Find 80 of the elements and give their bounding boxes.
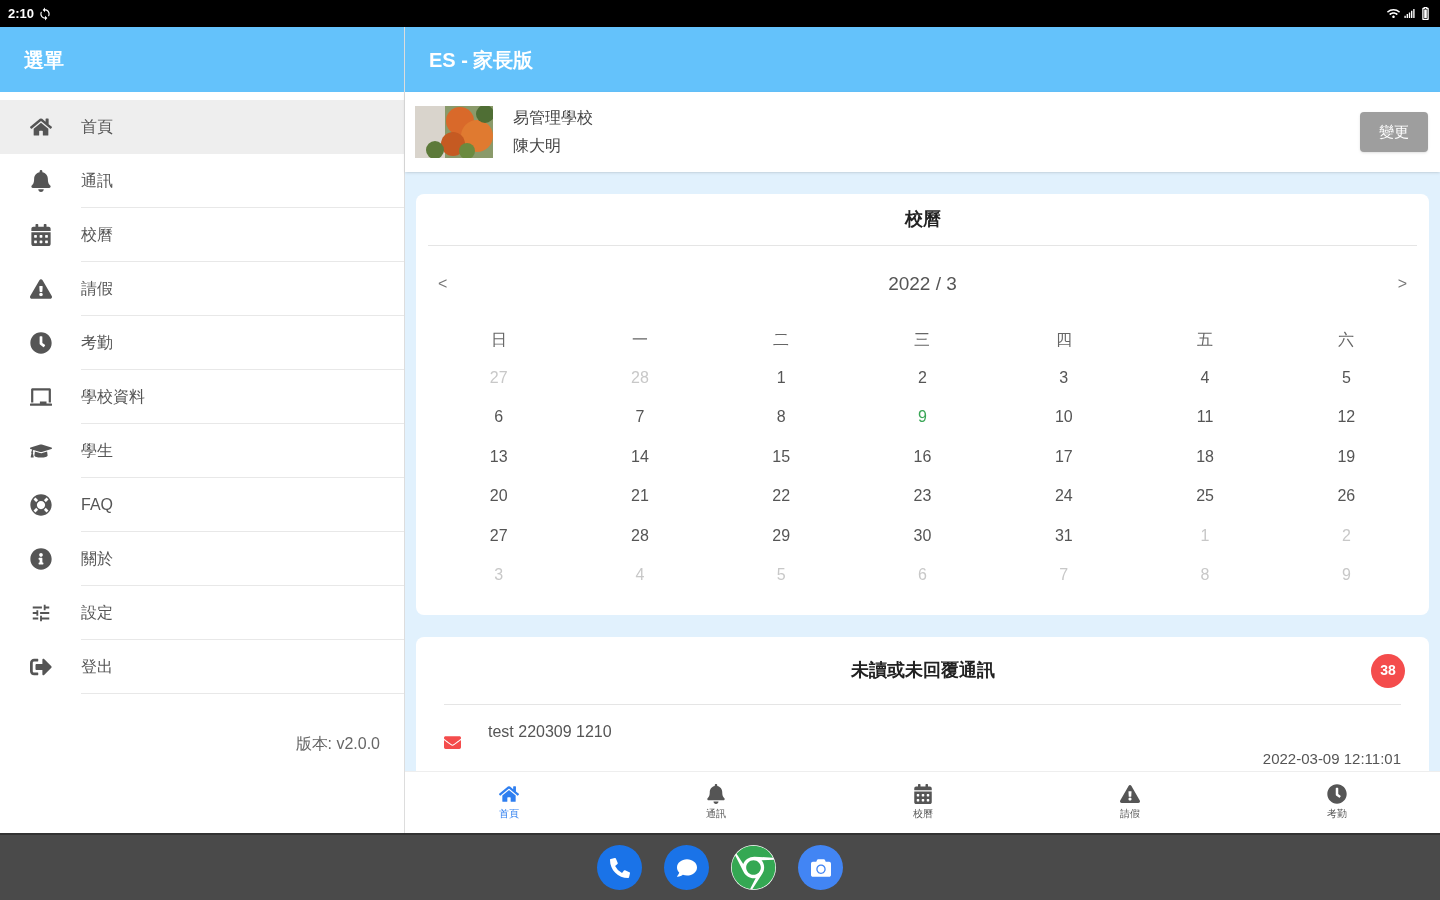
calendar-day[interactable]: 27	[489, 523, 508, 548]
sidebar-item[interactable]: 首頁	[0, 100, 404, 154]
clock-icon	[1326, 784, 1347, 804]
calendar-day[interactable]: 24	[1054, 484, 1073, 509]
clock-icon	[29, 332, 52, 354]
calendar-day[interactable]: 2	[918, 365, 927, 390]
calendar-icon	[29, 224, 52, 246]
calendar-day[interactable]: 28	[631, 523, 649, 548]
weekday-label: 一	[631, 330, 648, 350]
calendar-day[interactable]: 31	[1054, 523, 1073, 548]
browser-app-icon[interactable]	[731, 845, 776, 890]
wifi-icon	[1387, 7, 1400, 20]
sidebar-title: 選單	[24, 47, 64, 73]
school-name: 易管理學校	[513, 108, 593, 128]
bell-icon	[705, 784, 726, 804]
bottom-nav-tab[interactable]: 請假	[1026, 772, 1233, 833]
next-month-button[interactable]: >	[1397, 272, 1407, 296]
calendar-day[interactable]: 12	[1337, 405, 1356, 430]
weekday-label: 二	[773, 330, 790, 350]
student-name: 陳大明	[513, 136, 562, 156]
calendar-day[interactable]: 21	[631, 484, 649, 509]
previous-month-button[interactable]: <	[438, 272, 448, 296]
sync-icon	[38, 6, 53, 21]
bottom-nav-tab[interactable]: 校曆	[819, 772, 1026, 833]
calendar-day[interactable]: 3	[1059, 365, 1069, 390]
battery-icon	[1419, 7, 1432, 20]
calendar-title: 校曆	[904, 208, 941, 231]
calendar-day[interactable]: 16	[913, 444, 932, 469]
version-text: 版本: v2.0.0	[295, 734, 380, 754]
calendar-day[interactable]: 15	[772, 444, 791, 469]
weekday-label: 六	[1338, 330, 1355, 350]
calendar-day[interactable]: 30	[913, 523, 932, 548]
phone-app-icon[interactable]	[597, 845, 642, 890]
weekday-label: 三	[914, 330, 931, 350]
month-label: 2022 / 3	[887, 271, 958, 296]
calendar-day[interactable]: 13	[489, 444, 508, 469]
warning-icon	[1119, 784, 1140, 804]
calendar-day[interactable]: 26	[1337, 484, 1356, 509]
bottom-nav-tab[interactable]: 通訊	[612, 772, 819, 833]
signal-icon	[1404, 8, 1415, 19]
calendar-day[interactable]: 19	[1337, 444, 1356, 469]
calendar-day[interactable]: 29	[772, 523, 791, 548]
mail-icon	[444, 734, 461, 751]
calendar-day[interactable]: 22	[772, 484, 791, 509]
calendar-day[interactable]: 25	[1196, 484, 1214, 509]
message-item[interactable]: test 220309 1210 2022-03-09 12:11:01	[444, 705, 1401, 771]
weekday-label: 五	[1197, 330, 1214, 350]
calendar-day[interactable]: 5	[1341, 365, 1351, 390]
calendar-day[interactable]: 1	[776, 365, 786, 390]
camera-app-icon[interactable]	[798, 845, 843, 890]
calendar-day[interactable]: 14	[631, 444, 649, 469]
warning-icon	[29, 278, 52, 300]
messages-app-icon[interactable]	[664, 845, 709, 890]
bell-icon	[29, 170, 52, 192]
calendar-day[interactable]: 18	[1196, 444, 1214, 469]
calendar-day[interactable]: 20	[489, 484, 508, 509]
message-time: 2022-03-09 12:11:01	[1262, 749, 1401, 769]
bottom-nav-tab[interactable]: 首頁	[405, 772, 612, 833]
calendar-day[interactable]: 23	[913, 484, 932, 509]
home-icon	[29, 116, 52, 138]
message-subject: test 220309 1210	[488, 722, 612, 742]
calendar-day[interactable]: 7	[635, 405, 645, 430]
calendar-day[interactable]: 8	[776, 405, 786, 430]
home-icon	[498, 784, 519, 804]
calendar-day[interactable]: 4	[1200, 365, 1210, 390]
messages-title: 未讀或未回覆通訊	[850, 659, 995, 682]
calendar-day[interactable]: 11	[1196, 405, 1214, 430]
calendar-day[interactable]: 6	[494, 405, 504, 430]
life-ring-icon	[29, 494, 52, 516]
logout-icon	[29, 656, 52, 678]
unread-count: 38	[1371, 653, 1405, 688]
weekday-label: 日	[490, 330, 507, 350]
info-icon	[29, 548, 52, 570]
calendar-icon	[912, 784, 933, 804]
calendar-day[interactable]: 17	[1054, 444, 1073, 469]
weekday-label: 四	[1055, 330, 1072, 350]
calendar-day[interactable]: 10	[1054, 405, 1073, 430]
app-title: ES - 家長版	[429, 47, 534, 73]
status-time: 2:10	[8, 4, 35, 23]
bottom-nav-tab[interactable]: 考勤	[1233, 772, 1440, 833]
